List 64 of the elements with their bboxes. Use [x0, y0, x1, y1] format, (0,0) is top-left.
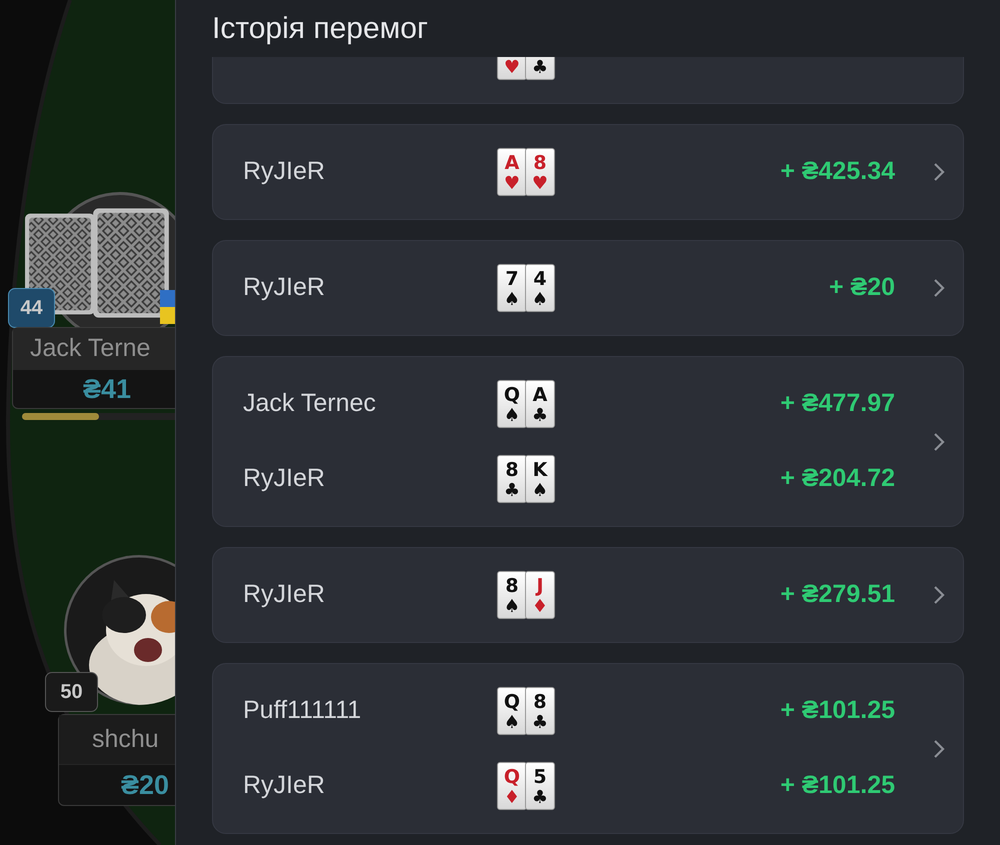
- chip-stack: ₴41: [83, 372, 132, 406]
- card-rank: J: [536, 575, 544, 597]
- player-name: RyJIeR: [243, 272, 326, 304]
- panel-title: Історія перемог: [212, 11, 428, 47]
- card-rank: A: [504, 152, 520, 174]
- card-suit: ♥: [504, 174, 520, 194]
- card-suit: ♣: [532, 788, 548, 808]
- card-suit: ♦: [532, 597, 548, 617]
- win-amount: + ₴204.72: [779, 463, 895, 494]
- card-rank: K: [532, 459, 548, 481]
- player-name: Jack Ternec: [243, 388, 377, 420]
- card-rank: 7: [505, 268, 519, 290]
- chevron-right-icon: [933, 738, 945, 758]
- win-amount: + ₴101.25: [779, 770, 895, 802]
- win-card[interactable]: Puff111111 Q ♠ 8 ♣ + ₴101.25 RyJIeR Q ♦ 5 ♣ + ₴101.25: [212, 663, 964, 834]
- card-suit: ♠: [532, 290, 548, 310]
- card-suit: ♣: [504, 481, 520, 501]
- chevron-right-icon: [933, 278, 945, 298]
- player-name: RyJIeR: [243, 463, 326, 494]
- win-amount: + ₴101.25: [779, 695, 895, 726]
- card-rank: A: [532, 384, 548, 406]
- win-amount: + ₴425.34: [779, 156, 895, 188]
- chevron-right-icon: [933, 585, 945, 605]
- player-name: RyJIeR: [243, 770, 326, 802]
- win-amount: + ₴477.97: [779, 388, 895, 420]
- level-badge: 44: [8, 288, 55, 328]
- card-rank: Q: [504, 766, 520, 788]
- card-suit: ♠: [504, 713, 520, 733]
- card-rank: 8: [533, 691, 547, 713]
- card-rank: 4: [533, 268, 547, 290]
- card-rank: Q: [504, 691, 520, 713]
- player-name: RyJIeR: [243, 156, 326, 188]
- card-suit: ♥: [504, 58, 520, 78]
- card-suit: ♣: [532, 406, 548, 426]
- win-amount: + ₴20: [828, 272, 895, 304]
- level-badge: 50: [45, 672, 98, 712]
- win-card[interactable]: RyJIeR 7 ♠ 4 ♠ + ₴20: [212, 240, 964, 336]
- chevron-right-icon: [933, 432, 945, 452]
- card-suit: ♣: [532, 713, 548, 733]
- win-card[interactable]: Jack Ternec Q ♠ A ♣ + ₴477.97 RyJIeR 8 ♣ K ♠ + ₴204.72: [212, 356, 964, 527]
- card-suit: ♦: [504, 788, 520, 808]
- card-back-icon: [92, 206, 170, 320]
- card-suit: ♠: [504, 597, 520, 617]
- card-suit: ♠: [532, 481, 548, 501]
- card-rank: 8: [505, 459, 519, 481]
- card-rank: 8: [505, 575, 519, 597]
- win-amount: + ₴279.51: [779, 579, 895, 610]
- card-rank: 8: [533, 152, 547, 174]
- player-name: Puff111111: [243, 695, 362, 726]
- card-rank: 5: [533, 766, 547, 788]
- card-rank: Q: [504, 384, 520, 406]
- win-card[interactable]: ♥ ♣: [212, 57, 964, 104]
- card-suit: ♥: [532, 174, 548, 194]
- chevron-right-icon: [933, 162, 945, 182]
- card-suit: ♠: [504, 406, 520, 426]
- win-card[interactable]: RyJIeR A ♥ 8 ♥ + ₴425.34: [212, 124, 964, 220]
- flag-icon: [160, 290, 175, 324]
- win-card[interactable]: RyJIeR 8 ♠ J ♦ + ₴279.51: [212, 547, 964, 643]
- card-suit: ♠: [504, 290, 520, 310]
- card-suit: ♣: [532, 58, 548, 78]
- chip-stack: ₴20: [121, 768, 170, 802]
- player-name: Jack Terne: [30, 332, 150, 364]
- player-name: shchu: [92, 724, 159, 755]
- player-name: RyJIeR: [243, 579, 326, 610]
